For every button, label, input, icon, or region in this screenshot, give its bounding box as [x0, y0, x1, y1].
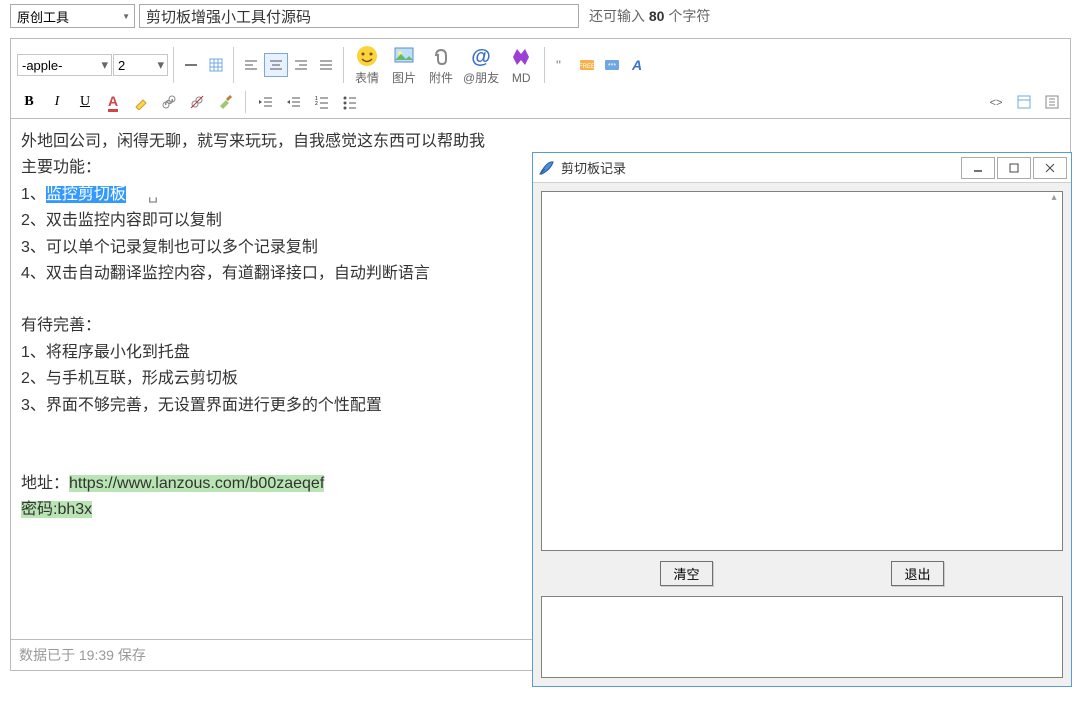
minimize-button[interactable] [961, 157, 995, 179]
toolbar: -apple- 2 表情 图片 附件 @ @朋友 MD [11, 39, 1070, 119]
table-button[interactable] [204, 53, 228, 77]
unordered-list-button[interactable] [338, 90, 362, 114]
quote-button[interactable]: " [550, 53, 574, 77]
svg-text:2: 2 [315, 101, 318, 107]
password-button[interactable]: *** [600, 53, 624, 77]
feather-icon [537, 159, 555, 177]
clipboard-window: 剪切板记录 ▴ 清空 退出 [532, 152, 1072, 687]
code-button[interactable]: <> [984, 90, 1008, 114]
maximize-button[interactable] [997, 157, 1031, 179]
svg-text:FREE: FREE [579, 64, 595, 70]
font-color-button[interactable]: A [101, 90, 125, 114]
clear-format-button[interactable] [213, 90, 237, 114]
underline-button[interactable]: U [73, 90, 97, 114]
font-size-select[interactable]: 2 [113, 54, 168, 76]
align-right-button[interactable] [289, 53, 313, 77]
clear-button[interactable]: 清空 [660, 561, 712, 586]
separator [173, 47, 174, 83]
text-caret-icon: ␣ [148, 186, 158, 203]
separator [343, 47, 344, 83]
hr-button[interactable] [179, 53, 203, 77]
link-button[interactable] [157, 90, 181, 114]
close-button[interactable] [1033, 157, 1067, 179]
attachment-button[interactable]: 附件 [423, 43, 459, 87]
markdown-button[interactable]: MD [503, 43, 539, 87]
emoji-button[interactable]: 表情 [349, 43, 385, 87]
separator [544, 47, 545, 83]
svg-text:": " [556, 57, 561, 73]
free-button[interactable]: FREE [575, 53, 599, 77]
preview-button[interactable] [1012, 90, 1036, 114]
separator [245, 91, 246, 113]
window-title: 剪切板记录 [561, 158, 959, 177]
align-center-button[interactable] [264, 53, 288, 77]
window-body: ▴ 清空 退出 [533, 183, 1071, 686]
image-button[interactable]: 图片 [386, 43, 422, 87]
ordered-list-button[interactable]: 12 [310, 90, 334, 114]
outdent-button[interactable] [282, 90, 306, 114]
category-value: 原创工具 [17, 7, 69, 26]
svg-text:A: A [631, 57, 642, 73]
align-justify-button[interactable] [314, 53, 338, 77]
font-style-button[interactable]: A [625, 53, 649, 77]
separator [233, 47, 234, 83]
svg-text:@: @ [471, 46, 491, 67]
align-left-button[interactable] [239, 53, 263, 77]
exit-button[interactable]: 退出 [891, 561, 943, 586]
svg-text:<>: <> [990, 97, 1003, 109]
title-input[interactable] [139, 4, 579, 28]
bold-button[interactable]: B [17, 90, 41, 114]
font-family-select[interactable]: -apple- [17, 54, 112, 76]
at-button[interactable]: @ @朋友 [460, 43, 502, 87]
translate-output[interactable] [541, 596, 1063, 678]
clipboard-list[interactable]: ▴ [541, 191, 1063, 551]
fullscreen-button[interactable] [1040, 90, 1064, 114]
svg-text:***: *** [608, 63, 616, 70]
char-counter: 还可输入 80 个字符 [589, 6, 710, 26]
unlink-button[interactable] [185, 90, 209, 114]
highlight-button[interactable] [129, 90, 153, 114]
indent-button[interactable] [254, 90, 278, 114]
window-titlebar[interactable]: 剪切板记录 [533, 153, 1071, 183]
italic-button[interactable]: I [45, 90, 69, 114]
scroll-up-icon[interactable]: ▴ [1046, 192, 1062, 208]
category-select[interactable]: 原创工具 [10, 4, 135, 28]
